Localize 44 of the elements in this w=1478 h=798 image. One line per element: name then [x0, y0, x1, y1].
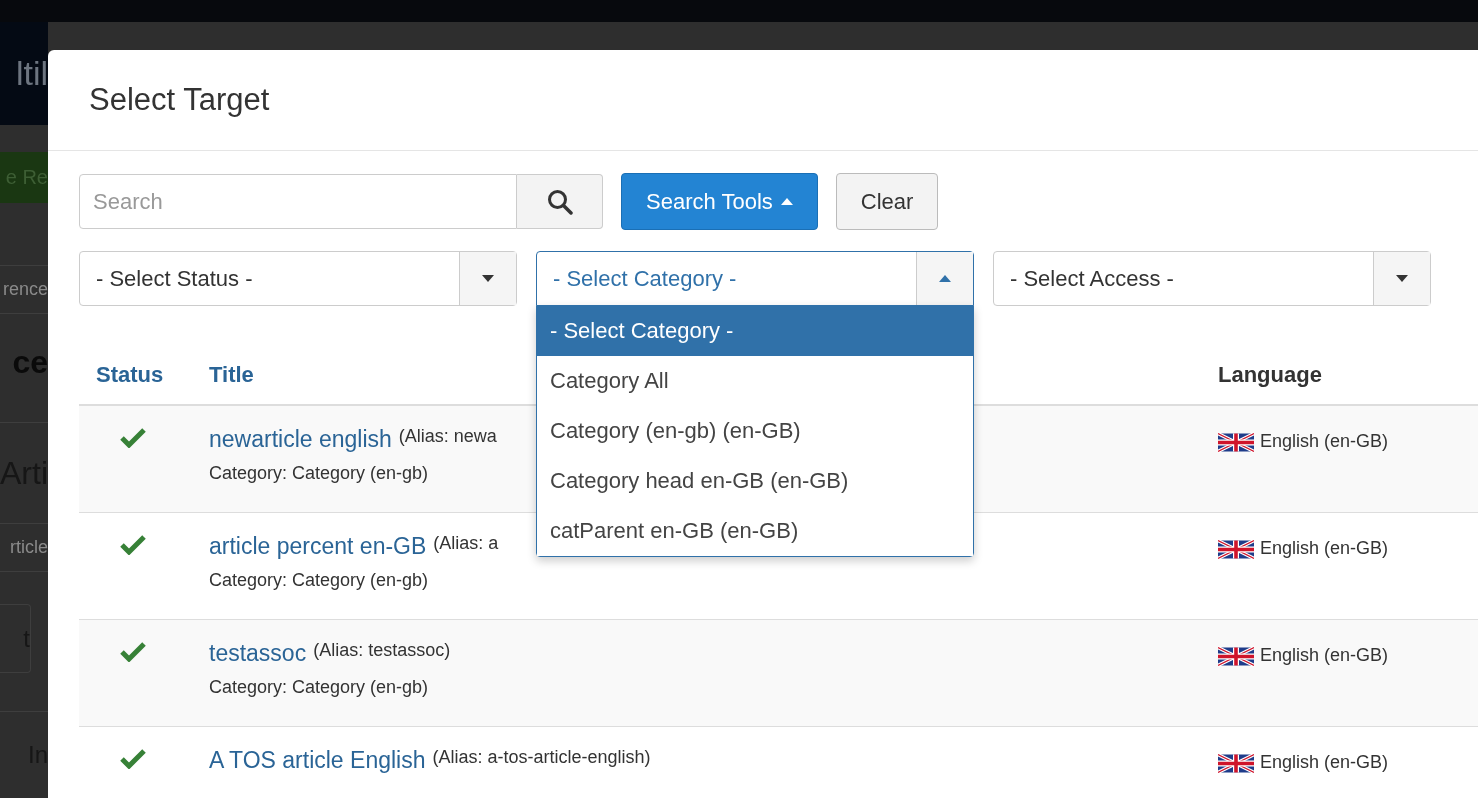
- category-text: Category: Category (en-gb): [209, 570, 429, 591]
- caret-down-icon: [1396, 275, 1408, 282]
- select-field[interactable]: - Select Status -: [79, 251, 517, 306]
- alias-text: (Alias: newa: [398, 426, 497, 447]
- language-text: English (en-GB): [1260, 752, 1389, 773]
- language-text: English (en-GB): [1260, 538, 1389, 559]
- alias-text: (Alias: a-tos-article-english): [432, 747, 651, 768]
- caret-down-icon: [482, 275, 494, 282]
- caret-up-icon: [939, 275, 951, 282]
- check-icon[interactable]: [120, 642, 146, 662]
- modal-title: Select Target: [89, 82, 270, 118]
- search-icon: [546, 188, 573, 215]
- article-link[interactable]: article percent en-GB: [209, 533, 427, 560]
- flag-icon: [1218, 645, 1254, 668]
- select-field[interactable]: - Select Access -: [993, 251, 1431, 306]
- flag-icon: [1218, 538, 1254, 561]
- check-icon[interactable]: [120, 428, 146, 448]
- search-field[interactable]: Search: [79, 174, 517, 229]
- dropdown-option[interactable]: Category All: [537, 356, 973, 406]
- sort-link[interactable]: Title: [209, 362, 254, 388]
- category-text: Category: Category (en-gb): [209, 677, 429, 698]
- language-text: English (en-GB): [1260, 645, 1389, 666]
- clear-button[interactable]: Clear: [835, 173, 939, 230]
- dropdown-option[interactable]: - Select Category -: [537, 306, 973, 356]
- alias-text: (Alias: a: [433, 533, 499, 554]
- category-text: Category: Category (en-gb): [209, 463, 429, 484]
- language-text: English (en-GB): [1260, 431, 1389, 452]
- column-title: Language: [1218, 362, 1322, 388]
- sort-link[interactable]: Status: [96, 362, 164, 388]
- dropdown-option[interactable]: Category head en-GB (en-GB): [537, 456, 973, 506]
- search-tools-button[interactable]: Search Tools: [621, 173, 818, 230]
- background-text: ltil: [0, 22, 48, 125]
- dropdown-option[interactable]: catParent en-GB (en-GB): [537, 506, 973, 556]
- alias-text: (Alias: testassoc): [313, 640, 451, 661]
- flag-icon: [1218, 431, 1254, 454]
- article-link[interactable]: testassoc: [209, 640, 307, 667]
- caret-up-icon: [780, 198, 793, 205]
- article-link[interactable]: newarticle english: [209, 426, 392, 453]
- article-link[interactable]: A TOS article English: [209, 747, 426, 774]
- search-button[interactable]: [517, 174, 603, 229]
- dropdown-option[interactable]: Category (en-gb) (en-GB): [537, 406, 973, 456]
- check-icon[interactable]: [120, 535, 146, 555]
- flag-icon: [1218, 752, 1254, 775]
- check-icon[interactable]: [120, 749, 146, 769]
